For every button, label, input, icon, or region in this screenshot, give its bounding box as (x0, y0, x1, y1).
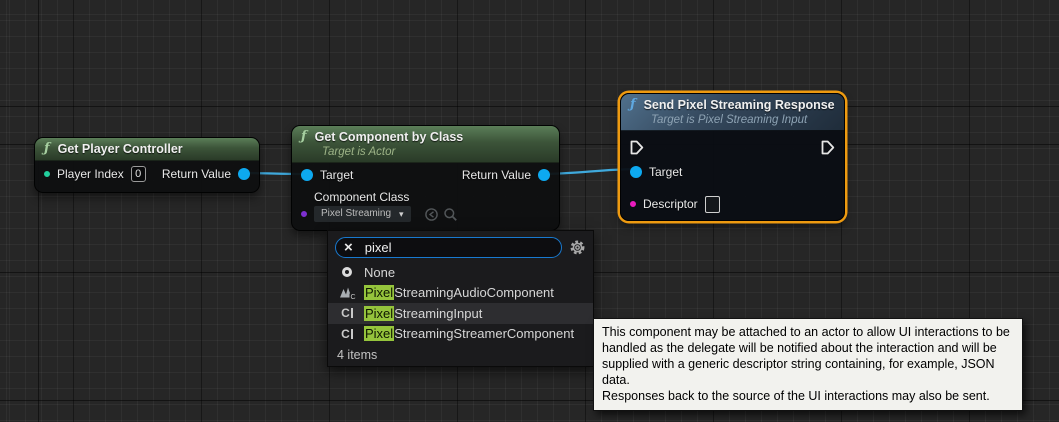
function-icon: ƒ (301, 129, 307, 145)
node-title: Send Pixel Streaming Response (644, 97, 835, 113)
pin-label-player-index: Player Index (57, 167, 124, 181)
object-pin-target[interactable] (301, 169, 313, 181)
object-pin-return[interactable] (238, 168, 250, 180)
node-header[interactable]: ƒ Get Player Controller (35, 138, 259, 161)
clear-search-icon[interactable]: × (344, 240, 353, 255)
pin-label-return-value: Return Value (462, 168, 531, 182)
component-class-selected-value: Pixel Streaming (321, 208, 391, 220)
pin-label-target: Target (320, 168, 353, 182)
component-icon: C (338, 327, 356, 341)
pin-label-descriptor: Descriptor (643, 197, 698, 211)
node-get-player-controller[interactable]: ƒ Get Player Controller Player Index 0 R… (34, 137, 260, 193)
player-index-value-field[interactable]: 0 (131, 166, 146, 182)
audio-component-icon: C (338, 286, 356, 300)
string-pin-descriptor[interactable] (630, 201, 636, 207)
search-field[interactable]: × (335, 237, 562, 258)
pin-label-component-class: Component Class (314, 190, 409, 204)
svg-text:C: C (350, 294, 355, 300)
component-class-dropdown[interactable]: Pixel Streaming ▾ (314, 206, 411, 222)
node-send-pixel-streaming-response[interactable]: ƒ Send Pixel Streaming Response Target i… (620, 93, 845, 221)
node-header[interactable]: ƒ Get Component by Class Target is Actor (292, 126, 559, 163)
node-header[interactable]: ƒ Send Pixel Streaming Response Target i… (621, 94, 844, 131)
node-subtitle: Target is Pixel Streaming Input (651, 114, 836, 127)
pin-label-return-value: Return Value (162, 167, 231, 181)
object-pin-return[interactable] (538, 169, 550, 181)
integer-pin[interactable] (44, 171, 50, 177)
descriptor-value-field[interactable] (705, 196, 720, 213)
exec-output-pin[interactable] (821, 140, 835, 155)
gear-icon[interactable] (569, 239, 586, 261)
node-subtitle: Target is Actor (322, 146, 551, 159)
class-description-tooltip: This component may be attached to an act… (593, 318, 1023, 411)
dropdown-item-label: PixelStreamingStreamerComponent (364, 326, 574, 341)
function-icon: ƒ (630, 97, 636, 113)
dropdown-item-pixelstreaminginput[interactable]: C PixelStreamingInput (328, 303, 593, 324)
class-pin[interactable] (301, 211, 307, 217)
chevron-down-icon: ▾ (399, 208, 404, 220)
pin-label-target: Target (649, 165, 682, 179)
node-title: Get Component by Class (315, 129, 464, 145)
dropdown-item-label: None (364, 265, 395, 280)
exec-input-pin[interactable] (630, 140, 644, 155)
function-icon: ƒ (44, 141, 50, 157)
none-circle-icon (338, 267, 356, 277)
node-title: Get Player Controller (58, 141, 183, 157)
search-input[interactable] (365, 240, 525, 255)
blueprint-graph-canvas[interactable]: ƒ Get Player Controller Player Index 0 R… (0, 0, 1059, 422)
node-get-component-by-class[interactable]: ƒ Get Component by Class Target is Actor… (291, 125, 560, 231)
dropdown-item-label: PixelStreamingAudioComponent (364, 285, 554, 300)
object-pin-target[interactable] (630, 166, 642, 178)
dropdown-item-label: PixelStreamingInput (364, 306, 482, 321)
search-asset-icon[interactable] (443, 207, 458, 222)
dropdown-item-pixelstreamingstreamercomponent[interactable]: C PixelStreamingStreamerComponent (328, 324, 593, 345)
component-icon: C (338, 306, 356, 320)
dropdown-item-pixelstreamingaudiocomponent[interactable]: C PixelStreamingAudioComponent (328, 283, 593, 304)
class-picker-dropdown[interactable]: × None C PixelStreamingAudioComponent (327, 230, 594, 367)
dropdown-item-none[interactable]: None (328, 262, 593, 283)
browse-to-asset-icon[interactable] (424, 207, 439, 222)
item-count-label: 4 items (337, 348, 377, 362)
